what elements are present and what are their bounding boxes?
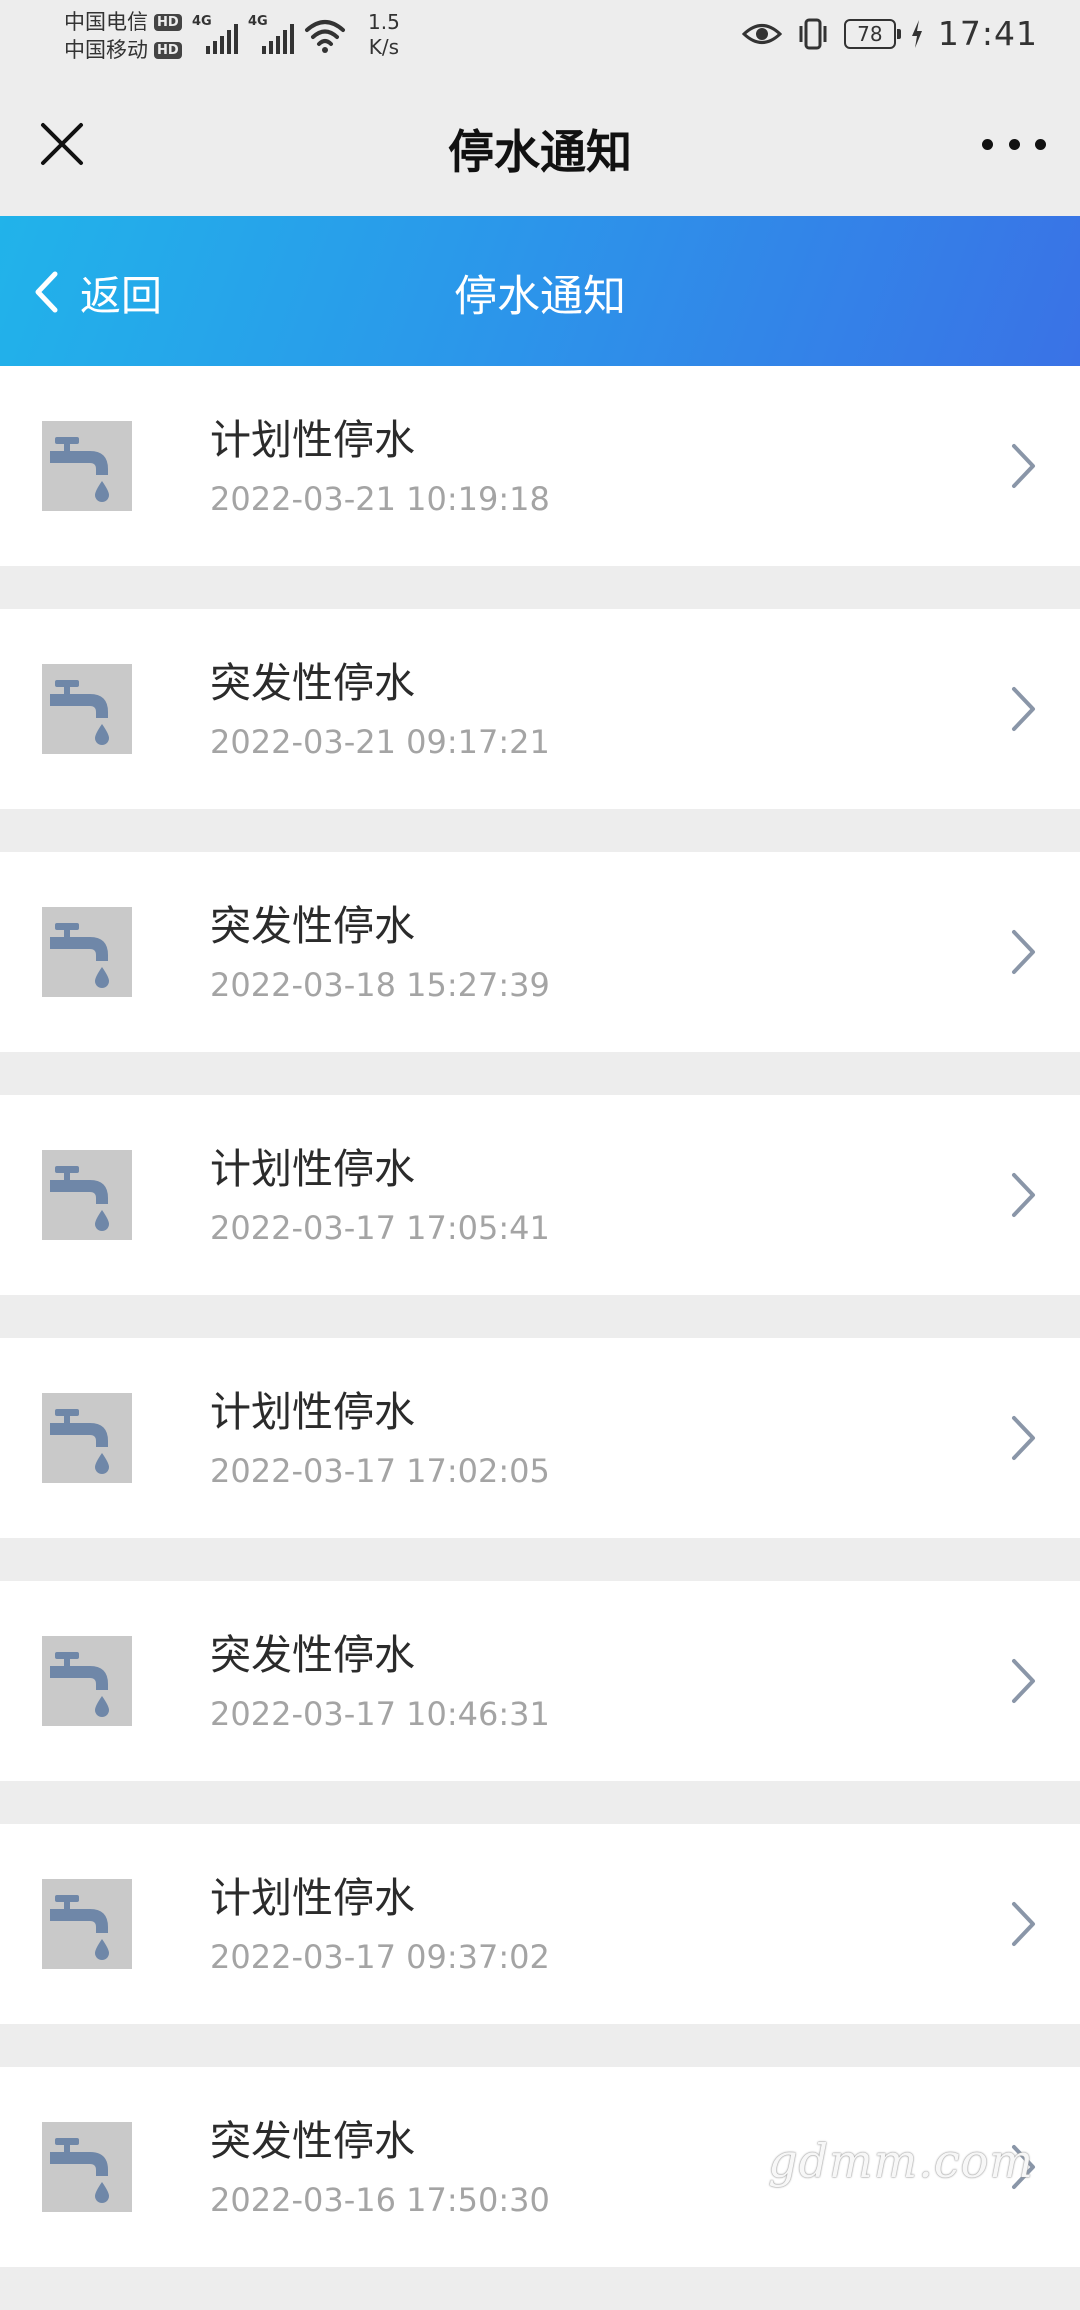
hd-badge: HD xyxy=(154,13,182,31)
notice-item[interactable]: 计划性停水 2022-03-21 10:19:18 xyxy=(0,366,1080,566)
status-bar: 中国电信 HD 中国移动 HD 4G 4G 1.5 K/s 78 17:41 xyxy=(0,0,1080,72)
carrier-1: 中国电信 xyxy=(64,10,148,34)
water-tap-icon xyxy=(42,907,132,997)
water-tap-icon xyxy=(42,1879,132,1969)
notice-type: 计划性停水 xyxy=(210,1388,415,1436)
app-title-bar: 停水通知 xyxy=(0,72,1080,216)
header-title: 停水通知 xyxy=(454,272,626,322)
notice-datetime: 2022-03-17 17:05:41 xyxy=(210,1209,550,1247)
wifi-icon xyxy=(305,20,345,53)
cell-signal-icon: 4G xyxy=(192,14,240,54)
notice-item[interactable]: 突发性停水 2022-03-21 09:17:21 xyxy=(0,609,1080,809)
more-button[interactable] xyxy=(982,128,1046,160)
signal-indicators: 4G 4G xyxy=(192,14,346,54)
carrier-2: 中国移动 xyxy=(64,38,148,62)
notice-type: 计划性停水 xyxy=(210,1874,415,1922)
water-tap-icon xyxy=(42,2122,132,2212)
clock: 17:41 xyxy=(937,14,1038,53)
notice-item[interactable]: 计划性停水 2022-03-17 09:37:02 xyxy=(0,1824,1080,2024)
watermark: gdmm.com xyxy=(768,2134,1034,2188)
chevron-right-icon xyxy=(1012,1659,1035,1703)
water-tap-icon xyxy=(42,664,132,754)
notice-type: 突发性停水 xyxy=(210,2117,415,2165)
water-tap-icon xyxy=(42,1150,132,1240)
notice-datetime: 2022-03-21 10:19:18 xyxy=(210,480,550,518)
notice-type: 突发性停水 xyxy=(210,659,415,707)
notice-type: 突发性停水 xyxy=(210,1631,415,1679)
vibrate-icon xyxy=(799,18,827,49)
chevron-right-icon xyxy=(1012,1902,1035,1946)
chevron-right-icon xyxy=(1012,1173,1035,1217)
notice-datetime: 2022-03-21 09:17:21 xyxy=(210,723,550,761)
battery-level: 78 xyxy=(857,21,883,46)
notice-type: 计划性停水 xyxy=(210,1145,415,1193)
notice-datetime: 2022-03-16 17:50:30 xyxy=(210,2181,550,2219)
water-tap-icon xyxy=(42,1636,132,1726)
hd-badge: HD xyxy=(154,41,182,59)
notice-item[interactable]: 计划性停水 2022-03-17 17:02:05 xyxy=(0,1338,1080,1538)
more-icon xyxy=(982,138,993,150)
eye-icon xyxy=(741,23,782,44)
cell-signal-icon: 4G xyxy=(248,14,296,54)
network-speed: 1.5 K/s xyxy=(368,10,400,59)
chevron-right-icon xyxy=(1012,930,1035,974)
content-header: 返回 停水通知 xyxy=(0,216,1080,366)
notice-datetime: 2022-03-17 09:37:02 xyxy=(210,1938,550,1976)
notice-type: 计划性停水 xyxy=(210,416,415,464)
water-tap-icon xyxy=(42,1393,132,1483)
battery-icon: 78 xyxy=(843,18,901,49)
chevron-right-icon xyxy=(1012,1416,1035,1460)
notice-item[interactable]: 突发性停水 2022-03-18 15:27:39 xyxy=(0,852,1080,1052)
water-tap-icon xyxy=(42,421,132,511)
notice-list: 计划性停水 2022-03-21 10:19:18 突发性停水 2022-03-… xyxy=(0,366,1080,2310)
chevron-right-icon xyxy=(1012,687,1035,731)
page-title: 停水通知 xyxy=(448,125,632,179)
notice-datetime: 2022-03-17 10:46:31 xyxy=(210,1695,550,1733)
notice-type: 突发性停水 xyxy=(210,902,415,950)
notice-item[interactable]: 突发性停水 2022-03-17 10:46:31 xyxy=(0,1581,1080,1781)
charging-icon xyxy=(911,19,922,48)
notice-item[interactable]: 计划性停水 2022-03-17 17:05:41 xyxy=(0,1095,1080,1295)
carrier-info: 中国电信 HD 中国移动 HD xyxy=(64,8,182,64)
notice-datetime: 2022-03-18 15:27:39 xyxy=(210,966,550,1004)
status-right: 78 17:41 xyxy=(741,14,1038,53)
chevron-right-icon xyxy=(1012,444,1035,488)
notice-datetime: 2022-03-17 17:02:05 xyxy=(210,1452,550,1490)
